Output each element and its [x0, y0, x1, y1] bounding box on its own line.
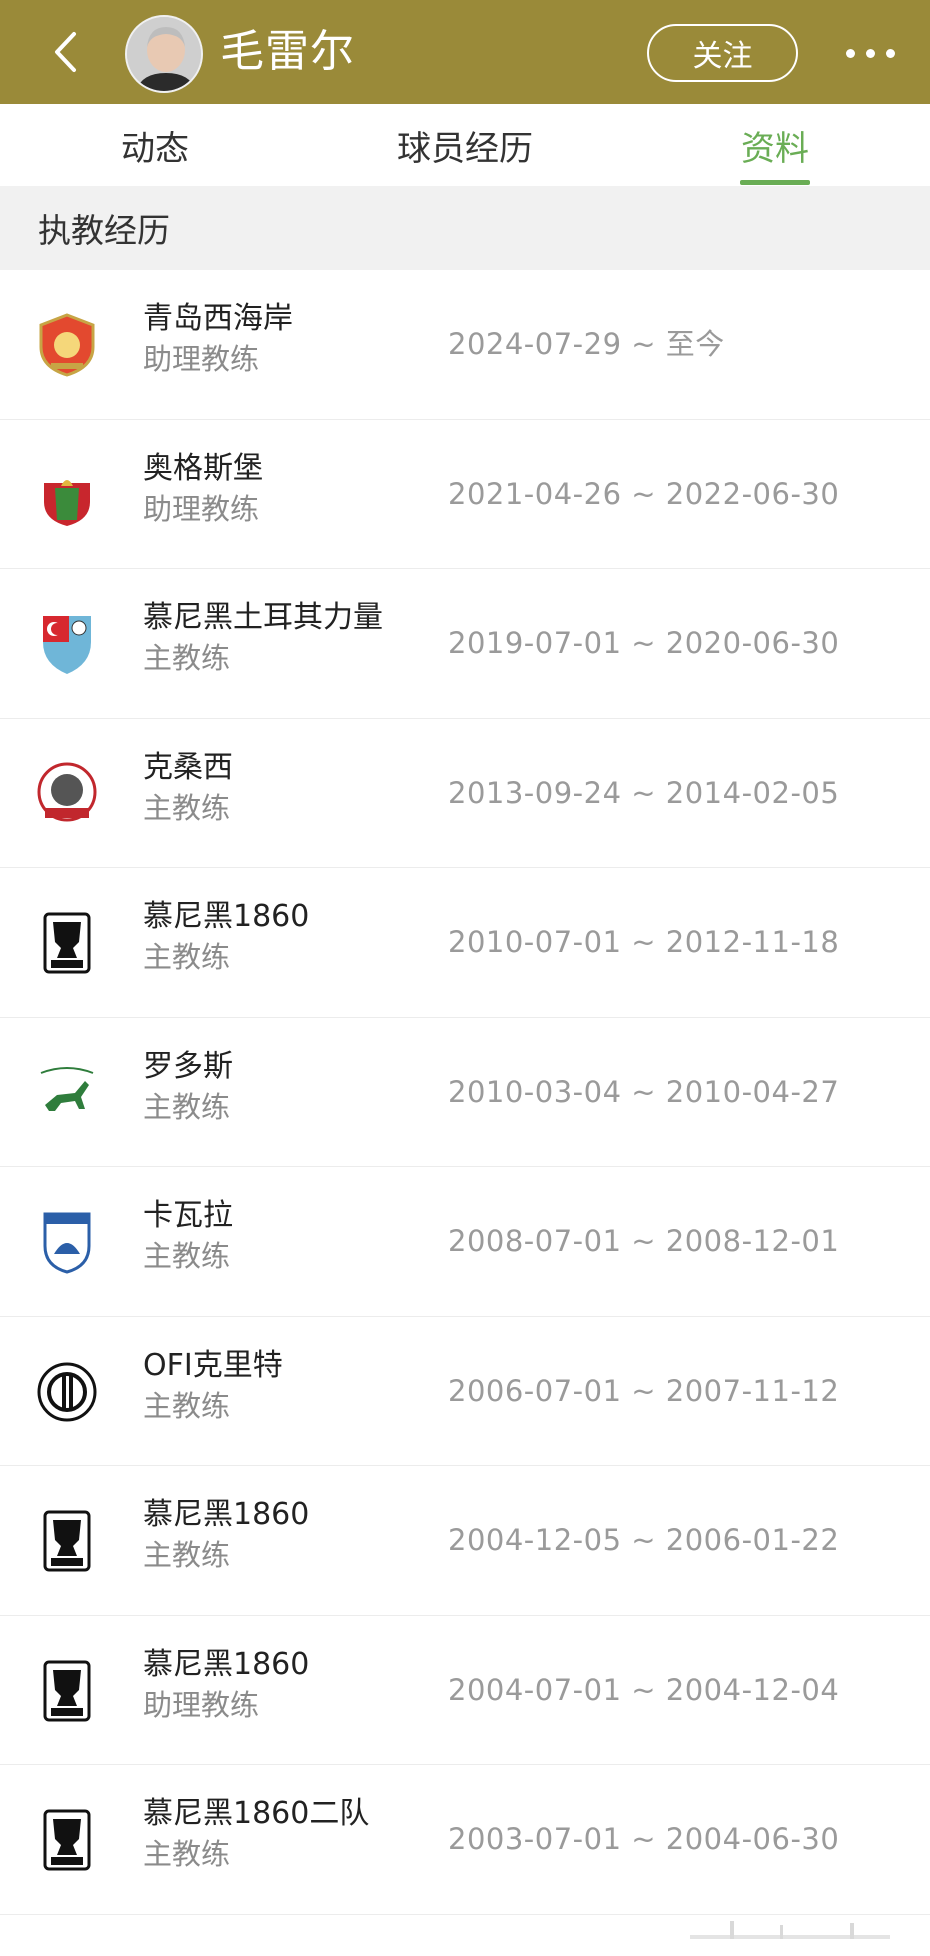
turkgucu-munich-logo: [35, 612, 99, 676]
more-button[interactable]: [825, 30, 915, 76]
kavala-logo: [35, 1210, 99, 1274]
role: 主教练: [143, 1538, 231, 1572]
list-item[interactable]: 青岛西海岸 助理教练 2024-07-29 ~ 至今: [0, 270, 930, 420]
back-icon: [55, 32, 76, 72]
list-item[interactable]: 慕尼黑1860 主教练 2010-07-01 ~ 2012-11-18: [0, 868, 930, 1018]
period: 2008-07-01 ~ 2008-12-01: [448, 1224, 840, 1258]
role: 助理教练: [143, 1687, 260, 1722]
munich-1860-logo: [35, 1808, 99, 1872]
list-item[interactable]: 慕尼黑土耳其力量 主教练 2019-07-01 ~ 2020-06-30: [0, 569, 930, 719]
list-item[interactable]: 罗多斯 主教练 2010-03-04 ~ 2010-04-27: [0, 1018, 930, 1167]
list-item[interactable]: OFI克里特 主教练 2006-07-01 ~ 2007-11-12: [0, 1317, 930, 1466]
period: 2004-12-05 ~ 2006-01-22: [448, 1523, 840, 1557]
list-item[interactable]: 克桑西 主教练 2013-09-24 ~ 2014-02-05: [0, 719, 930, 868]
munich-1860-logo: [35, 911, 99, 975]
augsburg-logo: [35, 463, 99, 527]
role: 主教练: [143, 940, 231, 974]
tab-profile[interactable]: 资料: [700, 104, 850, 186]
tab-bar: 动态 球员经历 资料: [0, 104, 930, 186]
section-title: 执教经历: [38, 211, 170, 250]
section-header: 执教经历: [0, 186, 930, 270]
top-bar: 毛雷尔 关注: [0, 0, 930, 104]
period: 2010-07-01 ~ 2012-11-18: [448, 925, 840, 959]
period: 2013-09-24 ~ 2014-02-05: [448, 775, 840, 810]
tab-dynamics[interactable]: 动态: [60, 104, 250, 186]
period: 2010-03-04 ~ 2010-04-27: [448, 1074, 840, 1109]
period: 2003-07-01 ~ 2004-06-30: [448, 1822, 840, 1856]
team-name: 慕尼黑1860二队: [143, 1796, 370, 1831]
period: 2024-07-29 ~ 至今: [448, 327, 725, 361]
follow-button[interactable]: 关注: [647, 24, 798, 82]
back-button[interactable]: [40, 26, 90, 78]
munich-1860-logo: [35, 1659, 99, 1723]
team-name: OFI克里特: [143, 1347, 283, 1383]
active-tab-indicator: [740, 180, 810, 185]
period: 2021-04-26 ~ 2022-06-30: [448, 476, 840, 511]
team-name: 慕尼黑1860: [143, 1646, 310, 1682]
period: 2019-07-01 ~ 2020-06-30: [448, 626, 840, 660]
munich-1860-logo: [35, 1509, 99, 1573]
rodos-logo: [35, 1061, 99, 1125]
team-name: 克桑西: [143, 749, 233, 785]
watermark: [690, 1915, 910, 1949]
team-name: 青岛西海岸: [143, 301, 293, 336]
coach-name: 毛雷尔: [220, 26, 355, 77]
period: 2006-07-01 ~ 2007-11-12: [448, 1373, 840, 1408]
coaching-career-list: 青岛西海岸 助理教练 2024-07-29 ~ 至今 奥格斯堡 助理教练 202…: [0, 270, 930, 1915]
team-name: 罗多斯: [143, 1048, 233, 1084]
avatar[interactable]: [125, 15, 203, 93]
team-name: 慕尼黑1860: [143, 899, 310, 934]
team-name: 慕尼黑土耳其力量: [143, 600, 383, 635]
role: 主教练: [143, 1239, 231, 1273]
ofi-crete-logo: [35, 1360, 99, 1424]
list-item[interactable]: 慕尼黑1860 助理教练 2004-07-01 ~ 2004-12-04: [0, 1616, 930, 1765]
list-item[interactable]: 慕尼黑1860二队 主教练 2003-07-01 ~ 2004-06-30: [0, 1765, 930, 1915]
role: 主教练: [143, 1837, 231, 1871]
more-icon: [845, 48, 855, 58]
team-name: 卡瓦拉: [143, 1198, 233, 1233]
role: 助理教练: [143, 491, 260, 526]
list-item[interactable]: 慕尼黑1860 主教练 2004-12-05 ~ 2006-01-22: [0, 1466, 930, 1616]
list-item[interactable]: 卡瓦拉 主教练 2008-07-01 ~ 2008-12-01: [0, 1167, 930, 1317]
qingdao-west-coast-logo: [35, 313, 99, 377]
team-name: 慕尼黑1860: [143, 1497, 310, 1532]
team-name: 奥格斯堡: [143, 450, 263, 486]
role: 主教练: [143, 1388, 231, 1423]
list-item[interactable]: 奥格斯堡 助理教练 2021-04-26 ~ 2022-06-30: [0, 420, 930, 569]
role: 主教练: [143, 790, 231, 825]
role: 主教练: [143, 641, 231, 675]
period: 2004-07-01 ~ 2004-12-04: [448, 1672, 840, 1707]
tab-player-career[interactable]: 球员经历: [360, 104, 570, 186]
xanthi-logo: [35, 762, 99, 826]
role: 主教练: [143, 1089, 231, 1124]
role: 助理教练: [143, 342, 260, 376]
